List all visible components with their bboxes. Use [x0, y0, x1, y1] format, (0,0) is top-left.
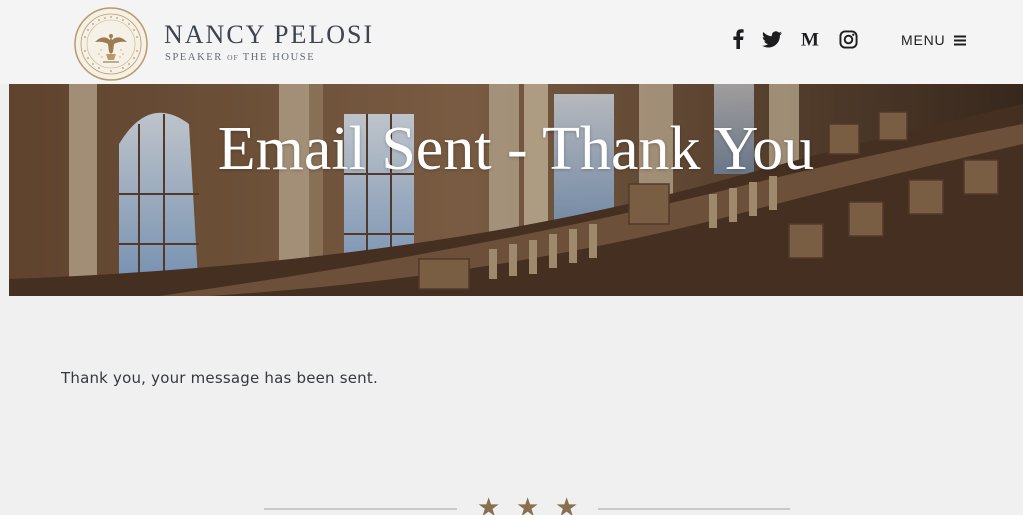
star-icon: ★ [516, 493, 540, 515]
divider-line-left [264, 508, 457, 510]
hamburger-menu-icon [954, 35, 967, 45]
instagram-icon[interactable] [837, 28, 859, 50]
star-icon: ★ [477, 493, 501, 515]
main-content: Thank you, your message has been sent. ★… [9, 296, 1023, 515]
brand-sub-of: OF [227, 53, 239, 62]
hero-banner: Email Sent - Thank You [9, 84, 1023, 296]
star-icon: ★ [555, 493, 579, 515]
brand-sub-house: THE HOUSE [242, 52, 316, 63]
brand-subtitle: SPEAKER OF THE HOUSE [165, 52, 316, 64]
site-header: NANCY PELOSI SPEAKER OF THE HOUSE M MENU [0, 0, 1023, 84]
twitter-icon[interactable] [761, 28, 783, 50]
facebook-icon[interactable] [727, 28, 749, 50]
menu-button[interactable]: MENU [901, 31, 967, 49]
medium-icon[interactable]: M [799, 28, 821, 50]
divider-line-right [598, 508, 790, 510]
page-title: Email Sent - Thank You [217, 115, 815, 183]
confirmation-message: Thank you, your message has been sent. [61, 369, 378, 387]
svg-text:M: M [801, 30, 819, 48]
page: NANCY PELOSI SPEAKER OF THE HOUSE M MENU [0, 0, 1023, 515]
brand-name[interactable]: NANCY PELOSI [164, 22, 374, 48]
brand-sub-speaker: SPEAKER [165, 52, 223, 63]
speaker-seal-logo[interactable] [73, 6, 149, 82]
menu-label: MENU [901, 32, 946, 48]
